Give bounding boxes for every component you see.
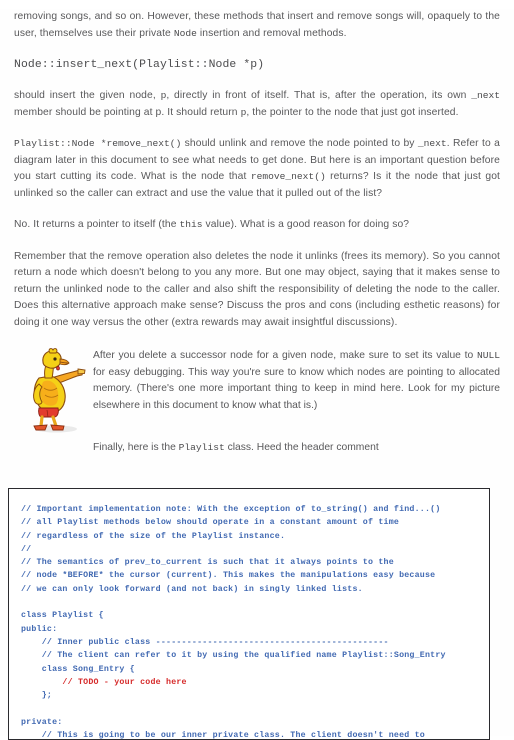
document-page: removing songs, and so on. However, thes… <box>0 9 514 740</box>
code-line: // regardless of the size of the Playlis… <box>21 531 286 541</box>
inline-code: Node <box>173 27 197 39</box>
text-run: After you delete a successor node for a … <box>93 350 477 361</box>
paragraph-remove-next: Playlist::Node *remove_next() should unl… <box>14 136 500 202</box>
text-run: for easy debugging. This way you're sure… <box>93 366 500 411</box>
inline-code: this <box>179 219 203 230</box>
inline-code: NULL <box>476 350 500 361</box>
playlist-class-code-block: // Important implementation note: With t… <box>8 488 490 740</box>
text-run: value). What is a good reason for doing … <box>202 219 410 230</box>
code-line: // The client can refer to it by using t… <box>21 651 446 661</box>
inline-code: Playlist::Node *remove_next() <box>14 138 182 149</box>
text-run: insertion and removal methods. <box>196 27 347 39</box>
code-line: class Playlist { <box>21 611 104 621</box>
code-listing: // Important implementation note: With t… <box>21 503 489 740</box>
inline-code: Playlist <box>178 442 225 453</box>
code-line: // TODO - your code here <box>21 677 187 687</box>
mascot-note-block: After you delete a successor node for a … <box>14 346 500 434</box>
text-run: , the pointer to the node that just got … <box>246 106 459 118</box>
paragraph-returns-this: No. It returns a pointer to itself (the … <box>14 217 500 234</box>
text-run: member should be pointing at p. It shoul… <box>14 106 241 118</box>
code-line: }; <box>21 691 53 701</box>
code-line: class Song_Entry { <box>21 664 135 674</box>
text-run: class. Heed the header comment <box>224 442 379 453</box>
text-run: should insert the given node, <box>14 90 161 101</box>
code-signature-insert-next: Node::insert_next(Playlist::Node *p) <box>14 59 265 71</box>
paragraph-finally: Finally, here is the Playlist class. Hee… <box>93 440 500 457</box>
text-run: No. It returns a pointer to itself (the <box>14 219 180 230</box>
code-line: // This is going to be our inner private… <box>21 731 425 740</box>
code-line: // node *BEFORE* the cursor (current). T… <box>21 571 436 581</box>
code-line: private: <box>21 717 63 727</box>
paragraph-intro: removing songs, and so on. However, thes… <box>14 9 500 42</box>
code-line: // we can only look forward (and not bac… <box>21 584 363 594</box>
paragraph-remember-delete: Remember that the remove operation also … <box>14 249 500 332</box>
text-run: Remember that the remove operation also … <box>14 250 500 328</box>
code-line: // Important implementation note: With t… <box>21 505 441 514</box>
inline-code: remove_next() <box>250 171 326 182</box>
text-run: should unlink and remove the node pointe… <box>181 138 418 149</box>
inline-code: _next <box>471 90 500 101</box>
text-run: , directly in front of itself. That is, … <box>166 90 472 101</box>
code-line: // Inner public class ------------------… <box>21 637 389 647</box>
code-line: // all Playlist methods below should ope… <box>21 518 400 528</box>
code-line: // The semantics of prev_to_current is s… <box>21 558 394 568</box>
code-line: // <box>21 544 32 554</box>
inline-code: _next <box>417 138 447 149</box>
muscular-duck-pointing-mascot-icon <box>25 348 87 434</box>
code-line: public: <box>21 624 58 634</box>
text-run: Finally, here is the <box>93 442 179 453</box>
paragraph-insert-next: should insert the given node, p, directl… <box>14 88 500 121</box>
mascot-note-text: After you delete a successor node for a … <box>93 346 500 414</box>
